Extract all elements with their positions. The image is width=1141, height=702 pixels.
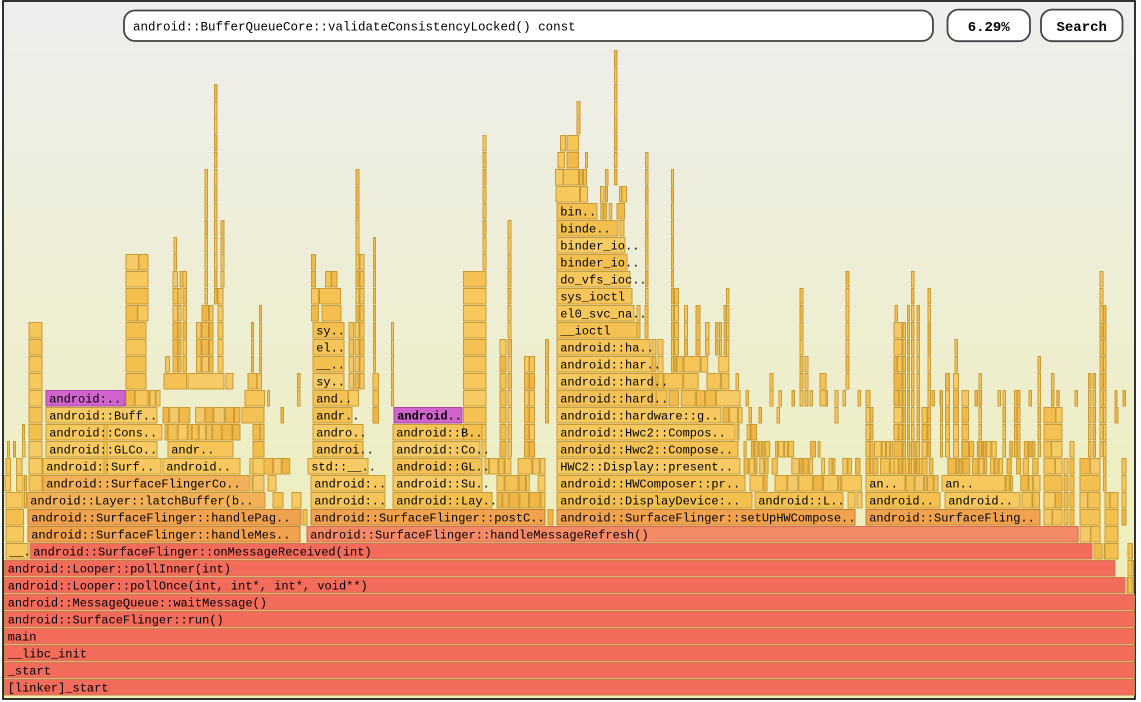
svg-text:__libc_init: __libc_init [7, 647, 87, 661]
svg-text:and..: and.. [316, 392, 352, 406]
svg-text:android::HWComposer::pr..: android::HWComposer::pr.. [560, 477, 740, 491]
svg-text:binde..: binde.. [560, 222, 610, 236]
svg-text:main: main [8, 630, 37, 644]
svg-text:android:..: android:.. [314, 477, 386, 491]
svg-text:android..: android.. [166, 460, 231, 474]
svg-text:sy..: sy.. [316, 375, 345, 389]
svg-text:an..: an.. [945, 477, 974, 491]
svg-text:android::Buff..: android::Buff.. [49, 409, 157, 423]
svg-text:__ioctl: __ioctl [559, 324, 610, 338]
svg-text:android::Hwc2::Compose..: android::Hwc2::Compose.. [560, 443, 733, 457]
svg-text:android::L..: android::L.. [758, 494, 844, 508]
svg-text:android::SurfaceFling..: android::SurfaceFling.. [869, 511, 1035, 525]
svg-text:an..: an.. [869, 477, 898, 491]
svg-text:android::SurfaceFlingerCo..: android::SurfaceFlingerCo.. [46, 477, 240, 491]
svg-text:android::MessageQueue::waitMes: android::MessageQueue::waitMessage() [8, 596, 267, 610]
svg-text:android::DisplayDevice:..: android::DisplayDevice:.. [560, 494, 740, 508]
svg-text:android::Looper::pollOnce(int,: android::Looper::pollOnce(int, int*, int… [8, 579, 368, 593]
svg-text:android::SurfaceFlinger::handl: android::SurfaceFlinger::handleMessageRe… [310, 528, 648, 542]
svg-text:andr..: andr.. [171, 443, 214, 457]
svg-text:android..: android.. [869, 494, 934, 508]
svg-text:android::SurfaceFlinger::onMes: android::SurfaceFlinger::onMessageReceiv… [33, 545, 371, 559]
svg-text:android::SurfaceFlinger::handl: android::SurfaceFlinger::handlePag.. [31, 511, 290, 525]
svg-text:android::Looper::pollInner(int: android::Looper::pollInner(int) [8, 562, 231, 576]
svg-text:android::SurfaceFlinger::postC: android::SurfaceFlinger::postC.. [314, 511, 544, 525]
svg-text:el..: el.. [316, 341, 345, 355]
svg-text:android::GLCo..: android::GLCo.. [49, 443, 157, 457]
svg-text:android::SurfaceFlinger::handl: android::SurfaceFlinger::handleMes.. [31, 528, 290, 542]
svg-text:android::hard..: android::hard.. [560, 375, 668, 389]
svg-text:binder_io..: binder_io.. [560, 256, 639, 270]
svg-text:do_vfs_ioc..: do_vfs_ioc.. [560, 273, 646, 287]
svg-text:android::BufferQueueCore::vali: android::BufferQueueCore::validateConsis… [133, 21, 576, 35]
svg-text:sys_ioctl: sys_ioctl [560, 290, 625, 304]
svg-text:android::Co..: android::Co.. [396, 443, 490, 457]
svg-text:bin..: bin.. [560, 205, 596, 219]
svg-text:android::SurfaceFlinger::run(): android::SurfaceFlinger::run() [8, 613, 224, 627]
svg-text:andr..: andr.. [316, 409, 359, 423]
svg-text:android:..: android:.. [314, 494, 386, 508]
svg-text:android::Hwc2::Compos..: android::Hwc2::Compos.. [560, 426, 726, 440]
svg-text:android::ha..: android::ha.. [560, 341, 654, 355]
svg-text:android::hard..: android::hard.. [560, 392, 668, 406]
svg-text:Search: Search [1056, 20, 1106, 36]
svg-text:__.: __. [8, 545, 31, 559]
svg-text:6.29%: 6.29% [968, 20, 1011, 36]
svg-text:android:..: android:.. [49, 392, 121, 406]
svg-text:android::GL..: android::GL.. [396, 460, 490, 474]
svg-text:android::Surf..: android::Surf.. [46, 460, 154, 474]
svg-text:android..: android.. [397, 409, 462, 423]
svg-text:andro..: andro.. [316, 426, 366, 440]
svg-text:std::__..: std::__.. [311, 460, 376, 474]
svg-text:android::B..: android::B.. [396, 426, 482, 440]
svg-text:sy..: sy.. [316, 324, 345, 338]
svg-text:androi..: androi.. [316, 443, 374, 457]
svg-text:android::Layer::latchBuffer(b.: android::Layer::latchBuffer(b.. [30, 494, 253, 508]
svg-text:android::Lay..: android::Lay.. [396, 494, 497, 508]
svg-text:android::Su..: android::Su.. [396, 477, 490, 491]
svg-text:android::hardware::g..: android::hardware::g.. [560, 409, 718, 423]
svg-text:__..: __.. [315, 358, 345, 372]
svg-text:HWC2::Display::present..: HWC2::Display::present.. [560, 460, 733, 474]
svg-text:binder_io..: binder_io.. [560, 239, 639, 253]
svg-text:android::har..: android::har.. [560, 358, 661, 372]
svg-text:android::SurfaceFlinger::setUp: android::SurfaceFlinger::setUpHWCompose.… [560, 511, 855, 525]
svg-text:[linker]_start: [linker]_start [8, 681, 109, 695]
svg-text:android::Cons..: android::Cons.. [49, 426, 157, 440]
svg-text:el0_svc_na..: el0_svc_na.. [560, 307, 646, 321]
svg-text:_start: _start [7, 664, 51, 678]
svg-text:android..: android.. [948, 494, 1013, 508]
